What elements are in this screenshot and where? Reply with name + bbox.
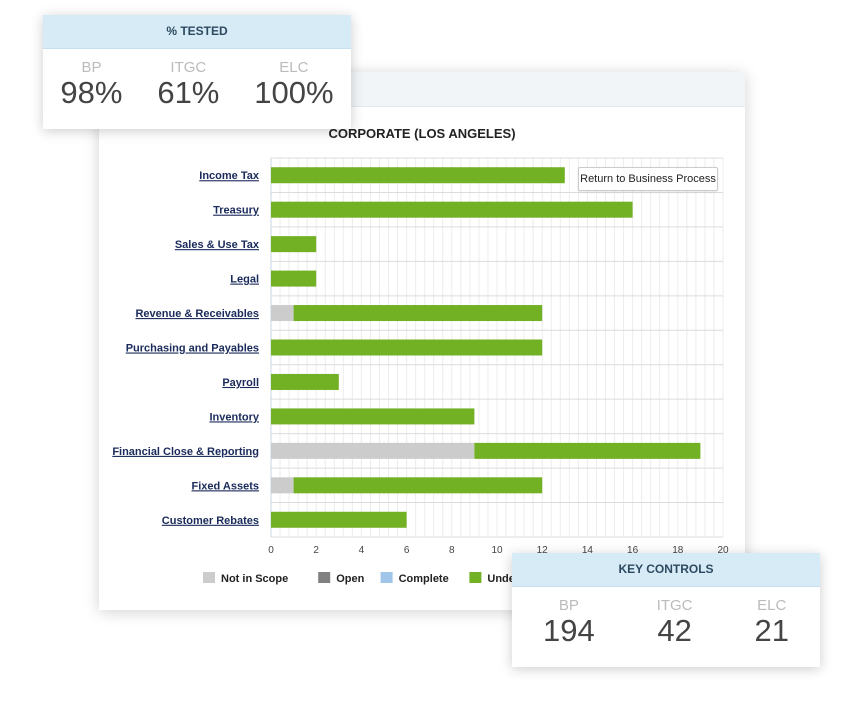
metric-label: ELC — [279, 59, 309, 76]
x-tick-label: 2 — [313, 545, 319, 556]
x-tick-label: 6 — [404, 545, 410, 556]
bar-under — [293, 305, 543, 322]
metric-value: 61% — [157, 75, 220, 110]
bar-under — [293, 477, 543, 494]
category-link-2[interactable]: Sales & Use Tax — [175, 239, 260, 251]
bar-under — [271, 236, 317, 253]
category-link-5[interactable]: Purchasing and Payables — [126, 343, 259, 355]
key-card-title: KEY CONTROLS — [512, 553, 820, 587]
bar-under — [474, 442, 701, 459]
legend-label: Complete — [399, 573, 449, 585]
legend-label: Not in Scope — [221, 573, 288, 585]
tested-card: % TESTED BP 98% ITGC 61% ELC 100% — [43, 15, 351, 129]
category-link-6[interactable]: Payroll — [222, 377, 259, 389]
bar-not-in-scope — [271, 442, 475, 459]
metric-label: BP — [81, 59, 102, 76]
legend-swatch — [203, 572, 215, 583]
bar-not-in-scope — [271, 305, 294, 322]
metric-label: BP — [558, 597, 579, 614]
category-link-7[interactable]: Inventory — [209, 411, 259, 423]
metric-elc: ELC 21 — [755, 597, 789, 648]
legend-label: Open — [336, 573, 364, 585]
bar-not-in-scope — [271, 477, 294, 494]
x-tick-label: 10 — [491, 545, 503, 556]
key-controls-card: KEY CONTROLS BP 194 ITGC 42 ELC 21 — [512, 553, 820, 667]
metric-value: 21 — [754, 613, 789, 648]
metric-bp: BP 98% — [60, 59, 122, 110]
metric-label: ITGC — [170, 59, 207, 76]
metric-elc: ELC 100% — [254, 59, 333, 110]
metric-value: 42 — [657, 613, 692, 648]
bar-under — [271, 339, 543, 356]
bar-under — [271, 167, 565, 184]
metric-label: ELC — [757, 597, 787, 614]
x-tick-label: 0 — [268, 545, 274, 556]
metric-itgc: ITGC 42 — [657, 597, 693, 648]
category-link-1[interactable]: Treasury — [213, 205, 260, 217]
legend-swatch — [469, 572, 482, 583]
x-tick-label: 4 — [359, 545, 365, 556]
metric-value: 100% — [254, 75, 334, 110]
bar-under — [271, 511, 407, 528]
metric-value: 98% — [60, 75, 123, 110]
bar-under — [271, 373, 339, 390]
metric-bp: BP 194 — [543, 597, 595, 648]
category-link-8[interactable]: Financial Close & Reporting — [112, 446, 259, 458]
category-link-3[interactable]: Legal — [230, 274, 259, 286]
bar-under — [271, 408, 475, 425]
category-link-10[interactable]: Customer Rebates — [162, 515, 259, 527]
category-link-0[interactable]: Income Tax — [199, 170, 260, 182]
legend-swatch — [318, 572, 331, 583]
metric-value: 194 — [542, 613, 595, 648]
bar-under — [271, 201, 633, 218]
tested-card-title: % TESTED — [43, 15, 351, 49]
metric-itgc: ITGC 61% — [157, 59, 219, 110]
category-link-4[interactable]: Revenue & Receivables — [135, 308, 259, 320]
return-to-business-process-button[interactable]: Return to Business Process — [578, 167, 718, 191]
x-tick-label: 8 — [449, 545, 455, 556]
metric-label: ITGC — [656, 597, 693, 614]
legend-swatch — [380, 572, 393, 583]
category-link-9[interactable]: Fixed Assets — [192, 480, 259, 492]
bar-under — [271, 270, 317, 287]
